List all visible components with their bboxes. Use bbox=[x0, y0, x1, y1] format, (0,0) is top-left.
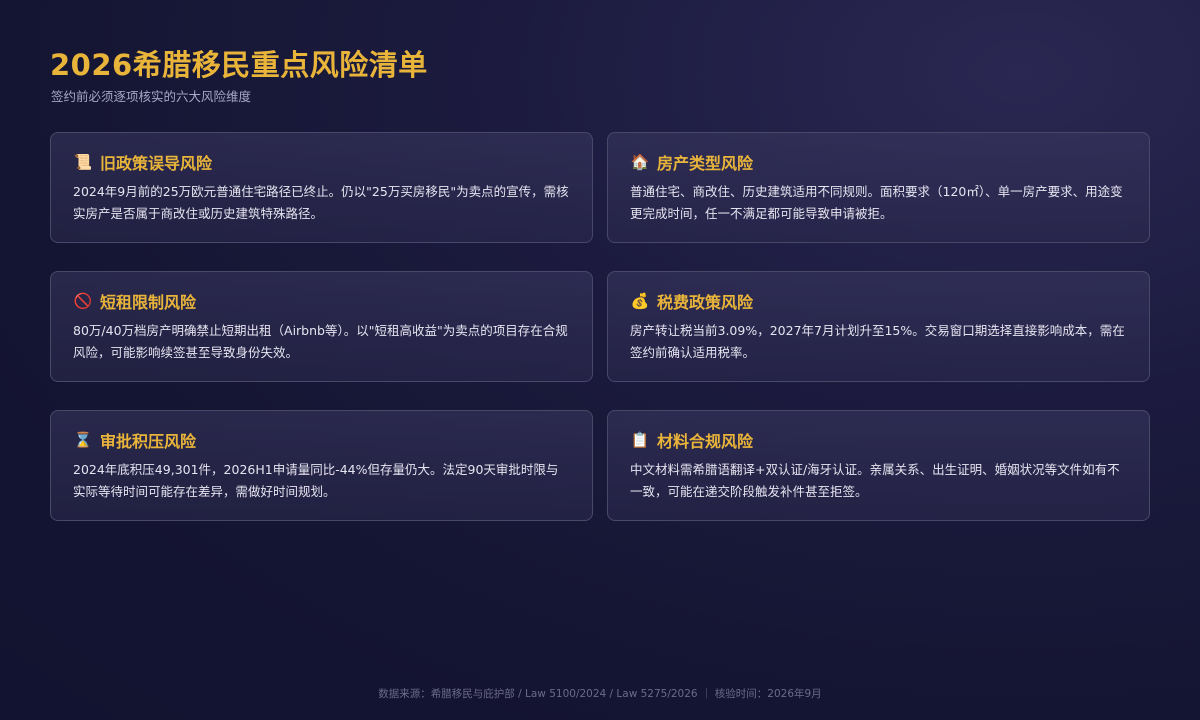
card-title: 税费政策风险 bbox=[657, 293, 754, 312]
card-title: 材料合规风险 bbox=[657, 432, 754, 451]
card-title: 审批积压风险 bbox=[100, 432, 197, 451]
card-header: 💰 税费政策风险 bbox=[630, 290, 1127, 312]
house-icon: 🏠 bbox=[630, 152, 650, 171]
card-header: 🚫 短租限制风险 bbox=[73, 290, 570, 312]
page-subtitle: 签约前必须逐项核实的六大风险维度 bbox=[51, 89, 252, 104]
card-header: 🏠 房产类型风险 bbox=[630, 151, 1127, 173]
card-title: 短租限制风险 bbox=[100, 293, 197, 312]
risk-card-old-policy: 📜 旧政策误导风险 2024年9月前的25万欧元普通住宅路径已终止。仍以"25万… bbox=[50, 132, 593, 243]
card-header: ⌛ 审批积压风险 bbox=[73, 429, 570, 451]
page-title: 2026希腊移民重点风险清单 bbox=[50, 48, 428, 82]
money-bag-icon: 💰 bbox=[630, 291, 650, 310]
risk-card-approval-backlog: ⌛ 审批积压风险 2024年底积压49,301件，2026H1申请量同比-44%… bbox=[50, 410, 593, 521]
data-source-footer: 数据来源：希腊移民与庇护部 / Law 5100/2024 / Law 5275… bbox=[378, 688, 822, 700]
risk-card-property-type: 🏠 房产类型风险 普通住宅、商改住、历史建筑适用不同规则。面积要求（120㎡）、… bbox=[607, 132, 1150, 243]
card-description: 中文材料需希腊语翻译+双认证/海牙认证。亲属关系、出生证明、婚姻状况等文件如有不… bbox=[630, 462, 1120, 499]
card-header: 📜 旧政策误导风险 bbox=[73, 151, 570, 173]
card-description: 2024年9月前的25万欧元普通住宅路径已终止。仍以"25万买房移民"为卖点的宣… bbox=[73, 184, 569, 221]
card-title: 旧政策误导风险 bbox=[100, 154, 213, 173]
card-header: 📋 材料合规风险 bbox=[630, 429, 1127, 451]
card-title: 房产类型风险 bbox=[657, 154, 754, 173]
clipboard-icon: 📋 bbox=[630, 430, 650, 449]
card-description: 80万/40万档房产明确禁止短期出租（Airbnb等）。以"短租高收益"为卖点的… bbox=[73, 323, 568, 360]
risk-card-tax-policy: 💰 税费政策风险 房产转让税当前3.09%，2027年7月计划升至15%。交易窗… bbox=[607, 271, 1150, 382]
card-description: 房产转让税当前3.09%，2027年7月计划升至15%。交易窗口期选择直接影响成… bbox=[630, 323, 1125, 360]
page: 2026希腊移民重点风险清单 签约前必须逐项核实的六大风险维度 📜 旧政策误导风… bbox=[0, 0, 1200, 720]
risk-card-short-rental: 🚫 短租限制风险 80万/40万档房产明确禁止短期出租（Airbnb等）。以"短… bbox=[50, 271, 593, 382]
card-description: 普通住宅、商改住、历史建筑适用不同规则。面积要求（120㎡）、单一房产要求、用途… bbox=[630, 184, 1123, 221]
prohibited-icon: 🚫 bbox=[73, 291, 93, 310]
hourglass-icon: ⌛ bbox=[73, 430, 93, 449]
card-description: 2024年底积压49,301件，2026H1申请量同比-44%但存量仍大。法定9… bbox=[73, 462, 559, 499]
risk-card-document-compliance: 📋 材料合规风险 中文材料需希腊语翻译+双认证/海牙认证。亲属关系、出生证明、婚… bbox=[607, 410, 1150, 521]
scroll-icon: 📜 bbox=[73, 152, 93, 171]
